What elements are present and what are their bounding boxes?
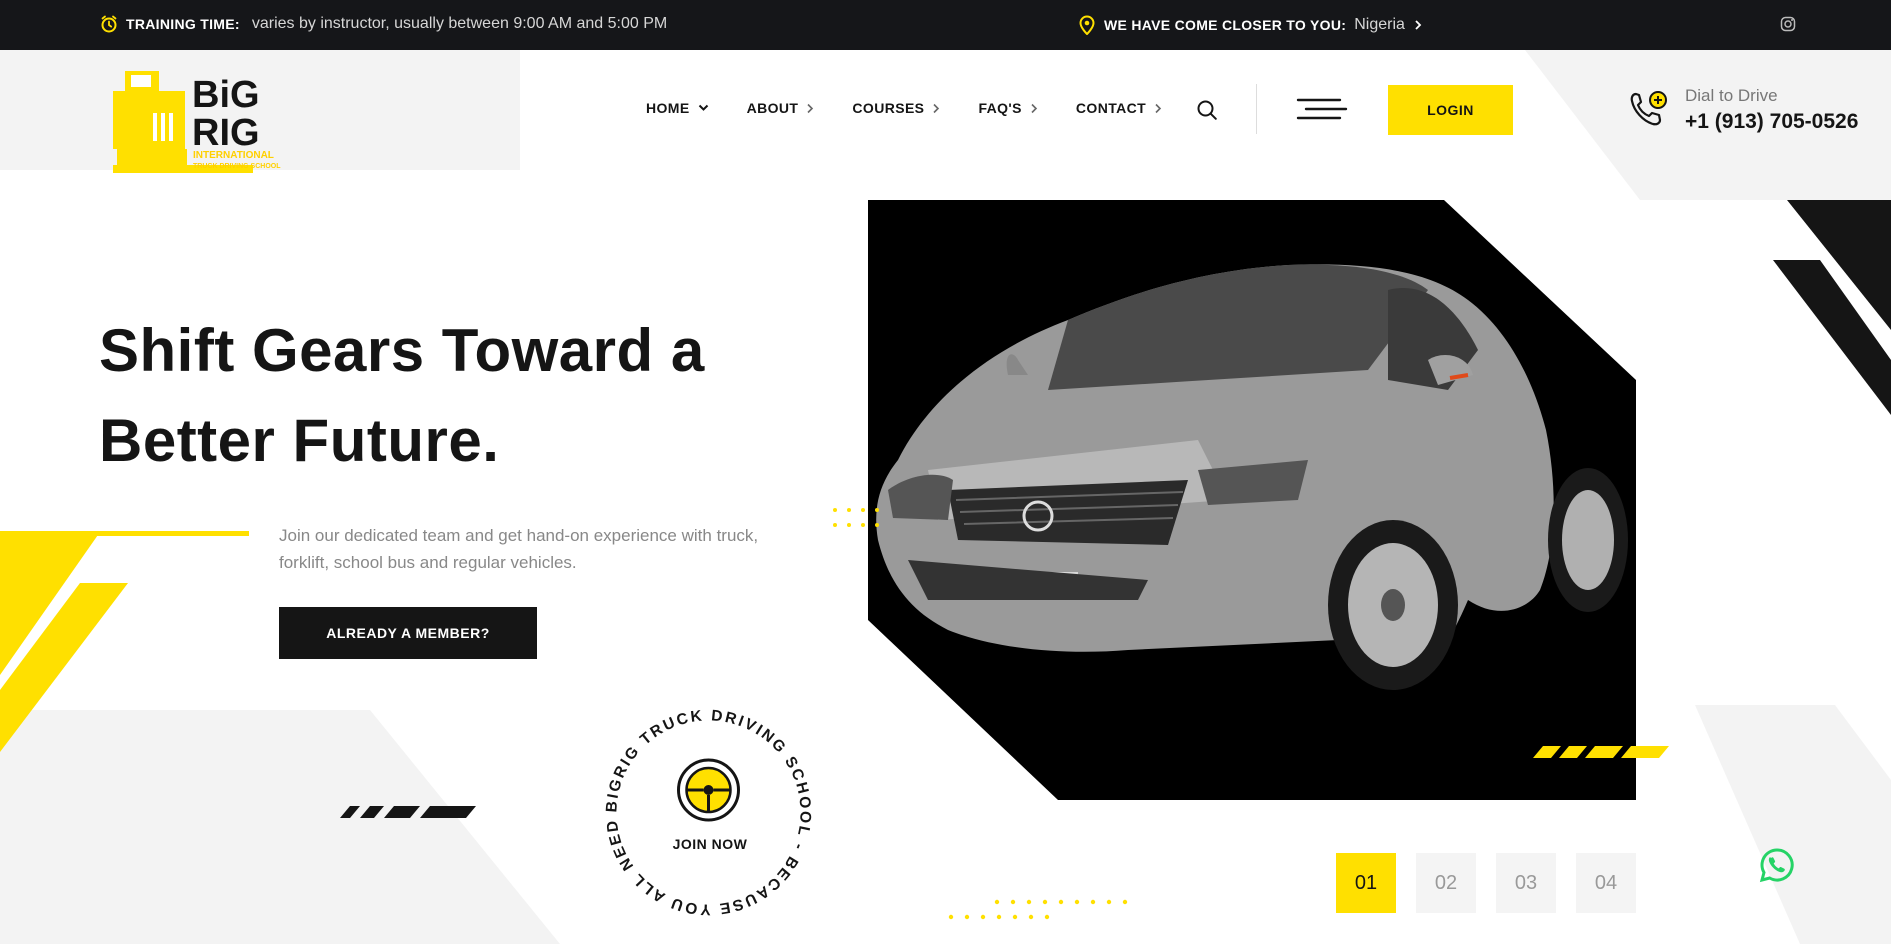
nav-item-contact[interactable]: CONTACT [1076, 100, 1162, 116]
alarm-clock-icon [101, 15, 117, 33]
nav-item-label: HOME [646, 100, 690, 116]
chevron-right-icon [807, 103, 814, 113]
nav-item-label: CONTACT [1075, 100, 1147, 116]
nav-item-home[interactable]: HOME [646, 100, 709, 116]
dial-phone[interactable]: +1 (913) 705-0526 [1685, 110, 1858, 134]
whatsapp-button[interactable] [1759, 847, 1795, 888]
join-now-badge[interactable]: BIGRIG TRUCK DRIVING SCHOOL - BECAUSE YO… [596, 700, 821, 925]
hero-title-line1: Shift Gears Toward a [99, 317, 705, 384]
hero-title-line2: Better Future. [99, 407, 500, 474]
instagram-link[interactable] [1780, 16, 1796, 37]
nav-item-courses[interactable]: COURSES [852, 100, 940, 116]
already-member-button[interactable]: ALREADY A MEMBER? [279, 607, 537, 659]
map-pin-icon [1079, 15, 1095, 35]
whatsapp-icon [1759, 848, 1794, 883]
login-button[interactable]: LOGIN [1388, 85, 1513, 135]
big-rig-truck-logo: BiG RIG INTERNATIONAL TRUCK DRIVING SCHO… [113, 71, 281, 173]
training-time-value: varies by instructor, usually between 9:… [251, 15, 668, 32]
hero-description: Join our dedicated team and get hand-on … [279, 526, 759, 572]
menu-button[interactable] [1296, 98, 1348, 125]
nav-item-label: ABOUT [746, 100, 799, 116]
nav-item-label: FAQ'S [978, 100, 1022, 116]
page-04[interactable]: 04 [1576, 853, 1636, 913]
car-image [868, 200, 1636, 800]
dot-grid-left [833, 508, 879, 527]
logo-line1: BiG [192, 74, 260, 116]
dial-text: Dial to Drive +1 (913) 705-0526 [1685, 86, 1858, 134]
chevron-right-icon [1155, 103, 1162, 113]
location-info[interactable]: WE HAVE COME CLOSER TO YOU: Nigeria [1078, 15, 1423, 35]
search-icon [1197, 100, 1217, 120]
page-01[interactable]: 01 [1336, 853, 1396, 913]
hero-image [868, 200, 1668, 805]
hamburger-menu-icon [1296, 98, 1348, 120]
hero-accent-line [0, 531, 249, 536]
training-time-label: TRAINING TIME: [126, 16, 240, 32]
training-time-info: TRAINING TIME: varies by instructor, usu… [100, 15, 667, 33]
dot-grid-bottom [948, 899, 1128, 920]
join-now-label[interactable]: JOIN NOW [650, 836, 770, 852]
dial-to-drive[interactable]: Dial to Drive +1 (913) 705-0526 [1627, 86, 1858, 134]
logo[interactable]: BiG RIG INTERNATIONAL TRUCK DRIVING SCHO… [113, 69, 283, 182]
instagram-icon [1780, 16, 1796, 32]
top-bar: TRAINING TIME: varies by instructor, usu… [0, 0, 1891, 50]
nav-item-label: COURSES [852, 100, 925, 116]
nav-item-faqs[interactable]: FAQ'S [978, 100, 1038, 116]
logo-line4: TRUCK DRIVING SCHOOL [193, 163, 281, 170]
chevron-down-icon [698, 104, 708, 111]
phone-call-icon [1630, 91, 1667, 126]
nav-divider [1256, 84, 1257, 134]
logo-line3: INTERNATIONAL [193, 150, 274, 161]
search-button[interactable] [1196, 99, 1218, 126]
steering-wheel-icon [677, 758, 740, 822]
stripe-decor-dark [340, 806, 476, 818]
page-03[interactable]: 03 [1496, 853, 1556, 913]
main-nav: HOME ABOUT COURSES FAQ'S CONTACT [646, 100, 1162, 116]
nav-item-about[interactable]: ABOUT [747, 100, 815, 116]
logo-line2: RIG [192, 112, 260, 154]
chevron-right-icon [1415, 20, 1422, 30]
location-value: Nigeria [1354, 16, 1405, 33]
stripe-decor-yellow [1533, 746, 1669, 758]
slider-pagination: 01 02 03 04 [1336, 853, 1636, 913]
chevron-right-icon [933, 103, 940, 113]
location-label: WE HAVE COME CLOSER TO YOU: [1104, 17, 1347, 33]
hero-title: Shift Gears Toward a Better Future. [99, 306, 799, 486]
dial-label: Dial to Drive [1685, 86, 1778, 105]
chevron-right-icon [1031, 103, 1038, 113]
page-02[interactable]: 02 [1416, 853, 1476, 913]
